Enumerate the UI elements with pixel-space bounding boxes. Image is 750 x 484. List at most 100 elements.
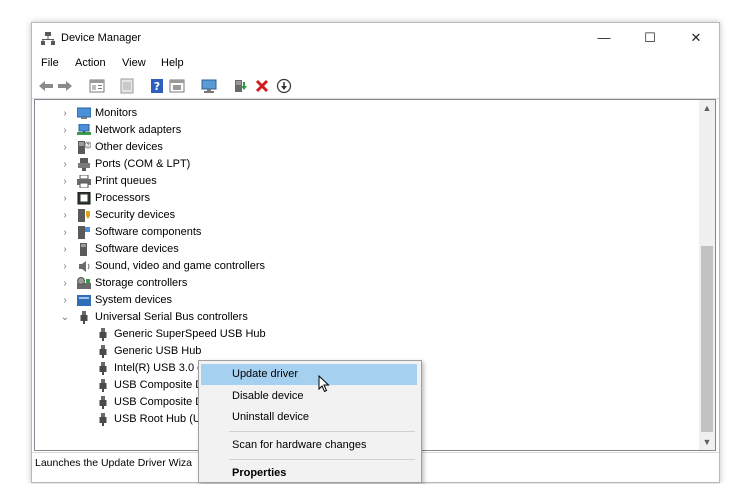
usb-hub-icon [99, 396, 107, 409]
tree-item-label: Universal Serial Bus controllers [95, 311, 248, 323]
usb-child-label: USB Root Hub (U [114, 413, 201, 425]
unknown-device-icon: ? [78, 141, 91, 154]
usb-hub-icon [99, 345, 107, 358]
usb-child-item[interactable]: Generic USB Hub [35, 343, 695, 360]
tree-item-sound-video-game[interactable]: › Sound, video and game controllers [35, 258, 695, 275]
menu-separator [229, 431, 415, 432]
tree-item-security-devices[interactable]: › Security devices [35, 207, 695, 224]
update-driver-icon[interactable] [232, 78, 248, 94]
tree-item-label: Storage controllers [95, 277, 188, 289]
window-title: Device Manager [61, 32, 142, 44]
menu-separator [229, 459, 415, 460]
tree-item-label: Software components [95, 226, 202, 238]
chevron-down-icon[interactable]: ⌄ [60, 309, 70, 326]
menu-item-disable-device[interactable]: Disable device [201, 386, 417, 407]
printer-icon [77, 175, 91, 188]
tree-item-label: Sound, video and game controllers [95, 260, 265, 272]
tree-item-other-devices[interactable]: › ? Other devices [35, 139, 695, 156]
tree-item-label: Network adapters [95, 124, 182, 136]
chevron-right-icon[interactable]: › [60, 105, 70, 122]
mouse-cursor-icon [318, 375, 330, 393]
tree-item-ports[interactable]: › Ports (COM & LPT) [35, 156, 695, 173]
chevron-right-icon[interactable]: › [60, 207, 70, 224]
chevron-right-icon[interactable]: › [60, 258, 70, 275]
context-menu: Update driver Disable device Uninstall d… [198, 360, 422, 483]
forward-arrow-icon[interactable] [57, 78, 73, 94]
menu-item-scan-hardware[interactable]: Scan for hardware changes [201, 435, 417, 456]
scroll-up-icon[interactable]: ▲ [699, 103, 715, 113]
vertical-scrollbar[interactable]: ▲ ▼ [699, 99, 716, 451]
usb-hub-icon [99, 413, 107, 426]
tree-item-print-queues[interactable]: › Print queues [35, 173, 695, 190]
monitor-icon [77, 107, 91, 119]
download-install-icon[interactable] [276, 78, 292, 94]
network-adapter-icon [77, 124, 91, 135]
usb-hub-icon [99, 379, 107, 392]
menu-item-update-driver[interactable]: Update driver [201, 364, 417, 385]
properties-sheet-icon[interactable] [89, 78, 105, 94]
minimize-button[interactable]: — [581, 23, 627, 53]
tree-item-software-components[interactable]: › Software components [35, 224, 695, 241]
device-manager-icon [41, 32, 55, 45]
security-device-icon [78, 209, 90, 222]
action-view-icon[interactable] [169, 78, 185, 94]
usb-hub-icon [99, 328, 107, 341]
tree-item-label: Processors [95, 192, 151, 204]
menu-action[interactable]: Action [75, 57, 106, 69]
tree-item-label: System devices [95, 294, 173, 306]
menu-view[interactable]: View [122, 57, 146, 69]
chevron-right-icon[interactable]: › [60, 139, 70, 156]
chevron-right-icon[interactable]: › [60, 292, 70, 309]
tree-item-label: Print queues [95, 175, 157, 187]
help-icon[interactable]: ? [149, 78, 165, 94]
tree-item-network-adapters[interactable]: › Network adapters [35, 122, 695, 139]
chevron-right-icon[interactable]: › [60, 275, 70, 292]
tree-item-software-devices[interactable]: › Software devices [35, 241, 695, 258]
usb-child-label: USB Composite D [114, 396, 204, 408]
show-hidden-icon[interactable] [119, 78, 135, 94]
chevron-right-icon[interactable]: › [60, 173, 70, 190]
scrollbar-thumb[interactable] [701, 246, 713, 432]
toolbar: ? [32, 74, 719, 99]
uninstall-device-icon[interactable] [254, 78, 270, 94]
scroll-down-icon[interactable]: ▼ [699, 437, 715, 447]
system-device-icon [77, 295, 91, 306]
storage-controller-icon [77, 277, 91, 289]
chevron-right-icon[interactable]: › [60, 224, 70, 241]
usb-child-item[interactable]: Generic SuperSpeed USB Hub [35, 326, 695, 343]
menu-file[interactable]: File [41, 57, 59, 69]
tree-item-monitors[interactable]: › Monitors [35, 105, 695, 122]
usb-child-label: Generic SuperSpeed USB Hub [114, 328, 266, 340]
tree-item-label: Monitors [95, 107, 138, 119]
tree-item-label: Security devices [95, 209, 176, 221]
maximize-button[interactable]: ☐ [627, 23, 673, 53]
menu-item-properties[interactable]: Properties [201, 463, 417, 484]
usb-child-label: Generic USB Hub [114, 345, 202, 357]
status-text: Launches the Update Driver Wiza [35, 457, 192, 469]
chevron-right-icon[interactable]: › [60, 190, 70, 207]
chevron-right-icon[interactable]: › [60, 241, 70, 258]
chevron-right-icon[interactable]: › [60, 156, 70, 173]
tree-item-processors[interactable]: › Processors [35, 190, 695, 207]
software-component-icon [78, 226, 90, 239]
tree-item-label: Ports (COM & LPT) [95, 158, 191, 170]
chevron-right-icon[interactable]: › [60, 122, 70, 139]
tree-item-system-devices[interactable]: › System devices [35, 292, 695, 309]
svg-text:?: ? [154, 80, 160, 93]
menu-bar: File Action View Help [32, 53, 719, 73]
usb-icon [80, 311, 88, 324]
close-button[interactable]: ✕ [673, 23, 719, 53]
menu-help[interactable]: Help [161, 57, 184, 69]
port-icon [78, 158, 90, 171]
speaker-icon [79, 261, 90, 272]
usb-child-label: USB Composite D [114, 379, 204, 391]
tree-item-label: Other devices [95, 141, 163, 153]
tree-item-usb-controllers[interactable]: ⌄ Universal Serial Bus controllers [35, 309, 695, 326]
svg-text:?: ? [87, 143, 90, 149]
title-bar[interactable]: Device Manager — ☐ ✕ [32, 23, 719, 53]
computer-monitor-icon[interactable] [201, 78, 217, 94]
back-arrow-icon[interactable] [38, 78, 54, 94]
tree-item-storage-controllers[interactable]: › Storage controllers [35, 275, 695, 292]
usb-hub-icon [99, 362, 107, 375]
menu-item-uninstall-device[interactable]: Uninstall device [201, 407, 417, 428]
